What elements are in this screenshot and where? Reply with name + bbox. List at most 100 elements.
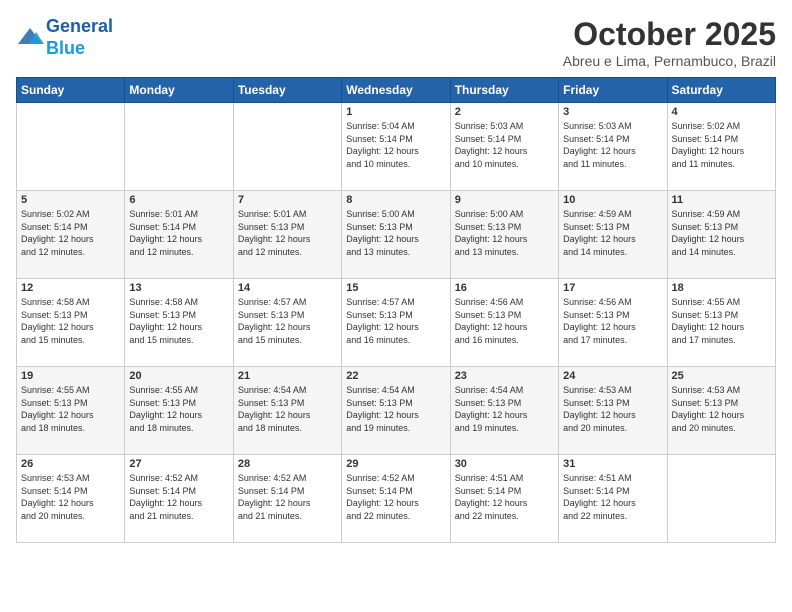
calendar-week-row: 5 Sunrise: 5:02 AMSunset: 5:14 PMDaylight…: [17, 191, 776, 279]
table-row: [233, 103, 341, 191]
table-row: 6 Sunrise: 5:01 AMSunset: 5:14 PMDaylight…: [125, 191, 233, 279]
table-row: 15 Sunrise: 4:57 AMSunset: 5:13 PMDayligh…: [342, 279, 450, 367]
day-info: Sunrise: 5:02 AMSunset: 5:14 PMDaylight:…: [672, 120, 771, 170]
day-number: 3: [563, 106, 662, 118]
table-row: 25 Sunrise: 4:53 AMSunset: 5:13 PMDayligh…: [667, 367, 775, 455]
table-row: 13 Sunrise: 4:58 AMSunset: 5:13 PMDayligh…: [125, 279, 233, 367]
day-info: Sunrise: 4:52 AMSunset: 5:14 PMDaylight:…: [238, 472, 337, 522]
page: General Blue October 2025 Abreu e Lima, …: [0, 0, 792, 612]
table-row: [125, 103, 233, 191]
table-row: 16 Sunrise: 4:56 AMSunset: 5:13 PMDayligh…: [450, 279, 558, 367]
day-info: Sunrise: 4:53 AMSunset: 5:13 PMDaylight:…: [563, 384, 662, 434]
table-row: 11 Sunrise: 4:59 AMSunset: 5:13 PMDayligh…: [667, 191, 775, 279]
day-number: 11: [672, 194, 771, 206]
calendar-week-row: 19 Sunrise: 4:55 AMSunset: 5:13 PMDayligh…: [17, 367, 776, 455]
table-row: 23Sunrise: 4:54 AMSunset: 5:13 PMDayligh…: [450, 367, 558, 455]
day-number: 28: [238, 458, 337, 470]
calendar-week-row: 1Sunrise: 5:04 AMSunset: 5:14 PMDaylight…: [17, 103, 776, 191]
day-info: Sunrise: 4:56 AMSunset: 5:13 PMDaylight:…: [455, 296, 554, 346]
day-info: Sunrise: 4:59 AMSunset: 5:13 PMDaylight:…: [672, 208, 771, 258]
col-friday: Friday: [559, 78, 667, 103]
day-number: 9: [455, 194, 554, 206]
day-number: 6: [129, 194, 228, 206]
day-info: Sunrise: 4:58 AMSunset: 5:13 PMDaylight:…: [21, 296, 120, 346]
col-monday: Monday: [125, 78, 233, 103]
table-row: 29 Sunrise: 4:52 AMSunset: 5:14 PMDayligh…: [342, 455, 450, 543]
day-info: Sunrise: 4:58 AMSunset: 5:13 PMDaylight:…: [129, 296, 228, 346]
table-row: 21 Sunrise: 4:54 AMSunset: 5:13 PMDayligh…: [233, 367, 341, 455]
day-info: Sunrise: 4:52 AMSunset: 5:14 PMDaylight:…: [129, 472, 228, 522]
logo-icon: [16, 24, 44, 52]
location: Abreu e Lima, Pernambuco, Brazil: [563, 53, 776, 69]
calendar-table: Sunday Monday Tuesday Wednesday Thursday…: [16, 77, 776, 543]
day-info: Sunrise: 4:59 AMSunset: 5:13 PMDaylight:…: [563, 208, 662, 258]
day-number: 15: [346, 282, 445, 294]
table-row: 10 Sunrise: 4:59 AMSunset: 5:13 PMDayligh…: [559, 191, 667, 279]
day-info: Sunrise: 5:00 AMSunset: 5:13 PMDaylight:…: [346, 208, 445, 258]
table-row: 30 Sunrise: 4:51 AMSunset: 5:14 PMDayligh…: [450, 455, 558, 543]
day-info: Sunrise: 5:03 AMSunset: 5:14 PMDaylight:…: [455, 120, 554, 170]
day-number: 24: [563, 370, 662, 382]
table-row: 1Sunrise: 5:04 AMSunset: 5:14 PMDaylight…: [342, 103, 450, 191]
day-number: 16: [455, 282, 554, 294]
day-number: 27: [129, 458, 228, 470]
day-number: 17: [563, 282, 662, 294]
day-info: Sunrise: 4:51 AMSunset: 5:14 PMDaylight:…: [563, 472, 662, 522]
col-sunday: Sunday: [17, 78, 125, 103]
table-row: 17Sunrise: 4:56 AMSunset: 5:13 PMDayligh…: [559, 279, 667, 367]
day-number: 7: [238, 194, 337, 206]
table-row: 3Sunrise: 5:03 AMSunset: 5:14 PMDaylight…: [559, 103, 667, 191]
day-number: 8: [346, 194, 445, 206]
day-info: Sunrise: 5:02 AMSunset: 5:14 PMDaylight:…: [21, 208, 120, 258]
day-info: Sunrise: 4:52 AMSunset: 5:14 PMDaylight:…: [346, 472, 445, 522]
col-thursday: Thursday: [450, 78, 558, 103]
logo-line2: Blue: [46, 38, 85, 58]
table-row: 20 Sunrise: 4:55 AMSunset: 5:13 PMDayligh…: [125, 367, 233, 455]
day-info: Sunrise: 4:55 AMSunset: 5:13 PMDaylight:…: [129, 384, 228, 434]
day-number: 14: [238, 282, 337, 294]
calendar-header-row: Sunday Monday Tuesday Wednesday Thursday…: [17, 78, 776, 103]
day-number: 30: [455, 458, 554, 470]
day-number: 5: [21, 194, 120, 206]
day-info: Sunrise: 4:55 AMSunset: 5:13 PMDaylight:…: [21, 384, 120, 434]
day-number: 13: [129, 282, 228, 294]
table-row: 22 Sunrise: 4:54 AMSunset: 5:13 PMDayligh…: [342, 367, 450, 455]
day-info: Sunrise: 4:51 AMSunset: 5:14 PMDaylight:…: [455, 472, 554, 522]
day-number: 29: [346, 458, 445, 470]
table-row: 12 Sunrise: 4:58 AMSunset: 5:13 PMDayligh…: [17, 279, 125, 367]
day-info: Sunrise: 4:53 AMSunset: 5:13 PMDaylight:…: [672, 384, 771, 434]
col-wednesday: Wednesday: [342, 78, 450, 103]
table-row: 14 Sunrise: 4:57 AMSunset: 5:13 PMDayligh…: [233, 279, 341, 367]
day-number: 19: [21, 370, 120, 382]
day-number: 18: [672, 282, 771, 294]
day-info: Sunrise: 5:01 AMSunset: 5:14 PMDaylight:…: [129, 208, 228, 258]
day-info: Sunrise: 5:01 AMSunset: 5:13 PMDaylight:…: [238, 208, 337, 258]
day-info: Sunrise: 5:00 AMSunset: 5:13 PMDaylight:…: [455, 208, 554, 258]
day-number: 12: [21, 282, 120, 294]
table-row: 2 Sunrise: 5:03 AMSunset: 5:14 PMDaylight…: [450, 103, 558, 191]
day-number: 25: [672, 370, 771, 382]
day-info: Sunrise: 4:57 AMSunset: 5:13 PMDaylight:…: [346, 296, 445, 346]
month-title: October 2025: [563, 16, 776, 53]
table-row: [667, 455, 775, 543]
col-tuesday: Tuesday: [233, 78, 341, 103]
day-number: 20: [129, 370, 228, 382]
table-row: 24 Sunrise: 4:53 AMSunset: 5:13 PMDayligh…: [559, 367, 667, 455]
col-saturday: Saturday: [667, 78, 775, 103]
day-info: Sunrise: 4:57 AMSunset: 5:13 PMDaylight:…: [238, 296, 337, 346]
table-row: 31Sunrise: 4:51 AMSunset: 5:14 PMDayligh…: [559, 455, 667, 543]
header: General Blue October 2025 Abreu e Lima, …: [16, 16, 776, 69]
table-row: 26Sunrise: 4:53 AMSunset: 5:14 PMDayligh…: [17, 455, 125, 543]
day-number: 22: [346, 370, 445, 382]
day-info: Sunrise: 4:54 AMSunset: 5:13 PMDaylight:…: [455, 384, 554, 434]
day-number: 4: [672, 106, 771, 118]
day-number: 26: [21, 458, 120, 470]
day-number: 2: [455, 106, 554, 118]
day-number: 10: [563, 194, 662, 206]
day-info: Sunrise: 4:54 AMSunset: 5:13 PMDaylight:…: [346, 384, 445, 434]
day-number: 21: [238, 370, 337, 382]
logo-line1: General: [46, 16, 113, 36]
title-block: October 2025 Abreu e Lima, Pernambuco, B…: [563, 16, 776, 69]
table-row: 4 Sunrise: 5:02 AMSunset: 5:14 PMDaylight…: [667, 103, 775, 191]
day-info: Sunrise: 4:54 AMSunset: 5:13 PMDaylight:…: [238, 384, 337, 434]
